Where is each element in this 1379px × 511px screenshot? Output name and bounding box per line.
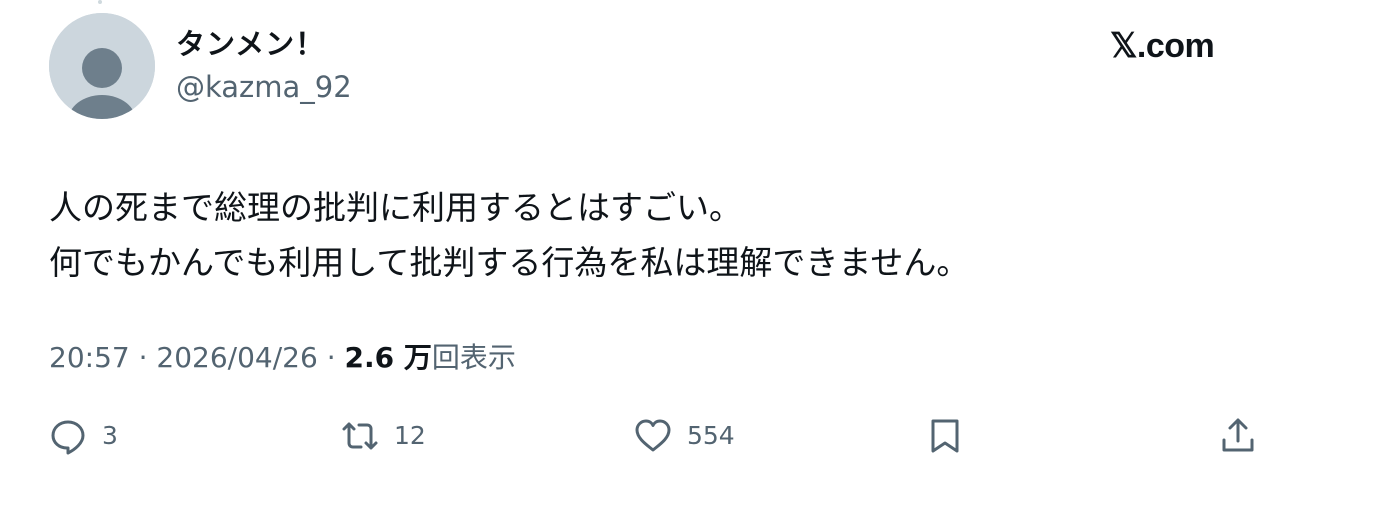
share-icon xyxy=(1218,416,1258,456)
bookmark-button[interactable] xyxy=(925,414,965,458)
author-handle[interactable]: @kazma_92 xyxy=(176,69,352,105)
avatar[interactable] xyxy=(49,13,155,119)
tweet-meta: 20:57 · 2026/04/26 · 2.6 万回表示 xyxy=(49,340,516,376)
like-button[interactable]: 554 xyxy=(633,414,735,458)
like-count: 554 xyxy=(687,421,735,450)
retweet-button[interactable]: 12 xyxy=(340,414,426,458)
bookmark-icon xyxy=(925,416,965,456)
tweet-text-line: 人の死まで総理の批判に利用するとはすごい。 xyxy=(49,188,742,227)
default-avatar-icon xyxy=(49,13,155,119)
x-com-watermark: 𝕏.com xyxy=(1110,27,1215,65)
author-display-name[interactable]: タンメン！ xyxy=(176,26,325,62)
retweet-icon xyxy=(340,416,380,456)
retweet-count: 12 xyxy=(394,421,426,450)
meta-separator: · xyxy=(129,341,157,374)
views-label: 回表示 xyxy=(431,341,516,374)
tweet-text: 人の死まで総理の批判に利用するとはすごい。 何でもかんでも利用して批判する行為を… xyxy=(49,180,969,290)
tweet-date[interactable]: 2026/04/26 xyxy=(156,341,317,374)
meta-separator: · xyxy=(317,341,345,374)
tweet-time[interactable]: 20:57 xyxy=(49,341,130,374)
heart-icon xyxy=(633,416,673,456)
reply-icon xyxy=(48,416,88,456)
views-count: 2.6 万 xyxy=(344,341,432,374)
reply-count: 3 xyxy=(102,421,118,450)
reply-button[interactable]: 3 xyxy=(48,414,118,458)
tweet-text-line: 何でもかんでも利用して批判する行為を私は理解できません。 xyxy=(49,243,970,282)
share-button[interactable] xyxy=(1218,414,1258,458)
thread-connector-dot xyxy=(98,0,102,4)
